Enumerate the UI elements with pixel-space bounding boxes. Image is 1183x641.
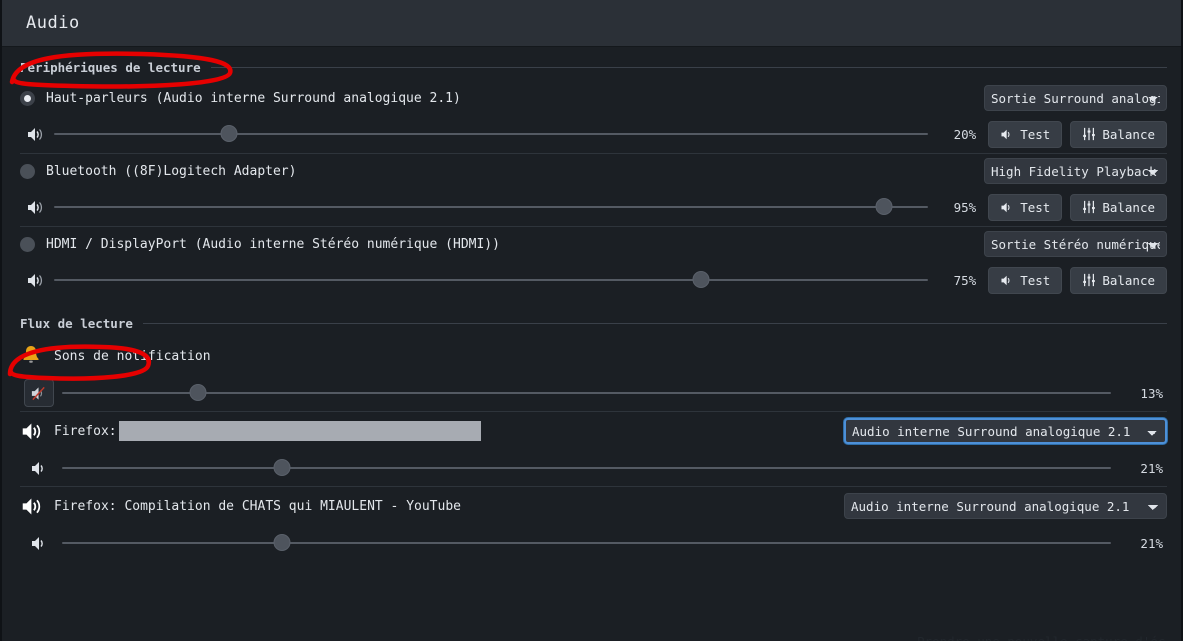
stream-row: Sons de notification 13% [2,337,1181,411]
test-button[interactable]: Test [988,120,1063,148]
test-button-label: Test [1020,272,1051,288]
device-name: Haut-parleurs (Audio interne Surround an… [46,90,461,106]
speaker-icon [20,421,54,442]
test-button[interactable]: Test [988,193,1063,221]
stream-output-select[interactable]: Audio interne Surround analogique 2.1 [844,418,1167,444]
speaker-icon [20,496,54,517]
speaker-icon [24,535,54,552]
settings-content: Périphériques de lecture Haut-parleurs (… [2,47,1181,641]
slider-thumb[interactable] [273,534,291,551]
balance-button[interactable]: Balance [1070,193,1167,221]
balance-button-label: Balance [1102,272,1155,288]
slider-track [54,133,929,135]
device-profile-select[interactable]: Sortie Stéréo numérique (HDMI) [984,231,1167,257]
slider-track [62,392,1111,394]
stream-header: Firefox: Compilation de CHATS qui MIAULE… [20,487,1167,525]
section-label: Périphériques de lecture [20,59,201,75]
slider-thumb[interactable] [692,271,710,288]
stream-header: Firefox: Audio interne Surround analogiq… [20,412,1167,450]
device-volume-row: 75% Test Balance [20,261,1167,299]
stream-volume-row: 21% [20,450,1167,486]
test-button-label: Test [1020,126,1051,142]
device-row: Bluetooth ((8F)Logitech Adapter) High Fi… [2,154,1181,226]
speaker-icon [20,272,50,289]
balance-button-label: Balance [1102,199,1155,215]
test-button[interactable]: Test [988,266,1063,294]
page-title: Audio [26,13,80,33]
device-name: HDMI / DisplayPort (Audio interne Stéréo… [46,236,500,252]
speaker-icon [20,199,50,216]
section-divider [142,322,1167,324]
sliders-icon [1083,127,1096,141]
slider-track [62,542,1111,544]
stream-volume-slider[interactable] [62,533,1111,553]
speaker-icon [1001,202,1010,212]
stream-title-selection [118,421,482,441]
stream-volume-slider[interactable] [62,458,1111,478]
test-button-label: Test [1020,199,1051,215]
device-volume-slider[interactable] [54,270,929,290]
sliders-icon [1083,273,1096,287]
slider-track [54,279,929,281]
stream-name: Sons de notification [54,348,211,364]
section-label: Flux de lecture [20,315,133,331]
balance-button[interactable]: Balance [1070,120,1167,148]
slider-thumb[interactable] [875,198,893,215]
sliders-icon [1083,200,1096,214]
device-volume-value: 95% [953,199,977,215]
stream-volume-value: 21% [1140,460,1163,476]
device-row: Haut-parleurs (Audio interne Surround an… [2,81,1181,153]
device-volume-value: 20% [953,126,977,142]
stream-volume-row: 13% [20,375,1167,411]
speaker-muted-icon[interactable] [24,379,54,407]
slider-thumb[interactable] [189,384,207,401]
slider-track [62,467,1111,469]
device-volume-slider[interactable] [54,124,929,144]
section-divider [210,66,1167,68]
stream-volume-slider[interactable] [62,383,1111,403]
device-volume-row: 95% Test Balance [20,188,1167,226]
stream-header: Sons de notification [20,337,1167,375]
stream-row: Firefox: Compilation de CHATS qui MIAULE… [2,487,1181,561]
balance-button[interactable]: Balance [1070,266,1167,294]
device-profile-select[interactable]: Sortie Surround analogique 2.1 [984,85,1167,111]
device-header: Bluetooth ((8F)Logitech Adapter) High Fi… [20,154,1167,188]
device-radio[interactable] [20,236,35,252]
device-name: Bluetooth ((8F)Logitech Adapter) [46,163,297,179]
speaker-icon [20,126,50,143]
speaker-icon [1001,129,1010,139]
stream-volume-value: 13% [1140,385,1163,401]
balance-button-label: Balance [1102,126,1155,142]
speaker-icon [1001,275,1010,285]
device-header: HDMI / DisplayPort (Audio interne Stéréo… [20,227,1167,261]
slider-track [54,206,929,208]
stream-volume-row: 21% [20,525,1167,561]
section-header-playback-streams: Flux de lecture [2,309,1181,337]
device-volume-value: 75% [953,272,977,288]
slider-thumb[interactable] [273,459,291,476]
audio-settings-window: Audio Périphériques de lecture Haut-parl… [0,0,1183,641]
ghost-artifact-text: Prendre une nouvelle capture d'éc [917,634,1165,641]
stream-volume-value: 21% [1140,535,1163,551]
device-volume-slider[interactable] [54,197,929,217]
slider-thumb[interactable] [220,125,238,142]
speaker-icon [24,460,54,477]
stream-row: Firefox: Audio interne Surround analogiq… [2,412,1181,486]
bell-icon [20,344,54,368]
section-header-playback-devices: Périphériques de lecture [2,53,1181,81]
window-titlebar: Audio [2,0,1181,47]
device-radio[interactable] [20,163,35,179]
device-profile-select[interactable]: High Fidelity Playback (A2DP Sink) [984,158,1167,184]
stream-name: Firefox: Compilation de CHATS qui MIAULE… [54,498,461,514]
device-radio[interactable] [20,90,35,106]
device-row: HDMI / DisplayPort (Audio interne Stéréo… [2,227,1181,299]
device-volume-row: 20% Test Balance [20,115,1167,153]
stream-output-select[interactable]: Audio interne Surround analogique 2.1 [844,493,1167,519]
device-header: Haut-parleurs (Audio interne Surround an… [20,81,1167,115]
stream-name: Firefox: [54,423,117,439]
